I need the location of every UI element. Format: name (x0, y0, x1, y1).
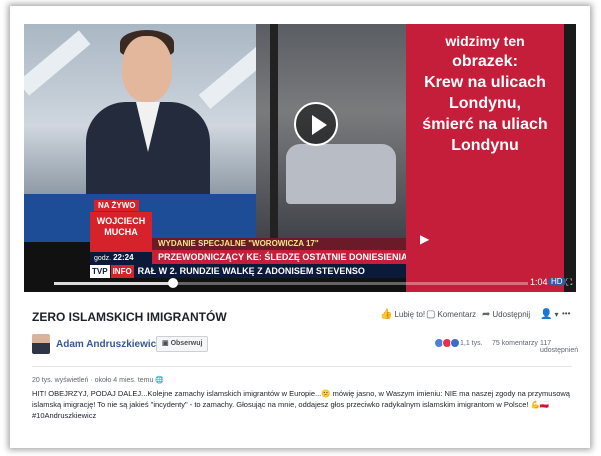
post-description: HIT! OBEJRZYJ, PODAJ DALEJ...Kolejne zam… (32, 389, 570, 420)
like-label: Lubię to! (394, 310, 426, 319)
info-logo: INFO (110, 265, 134, 278)
fullscreen-icon[interactable]: ⛶ (566, 277, 572, 288)
overlay-text: widzimy ten obrazek: Krew na ulicach Lon… (410, 32, 560, 156)
comment-label: Komentarz (437, 310, 477, 319)
thumbs-up-icon: 👍 (380, 309, 393, 320)
hd-badge[interactable]: HD (548, 277, 566, 286)
angry-reaction-icon (450, 338, 460, 348)
overlay-line: śmierć na uliach (422, 116, 548, 133)
overlay-line: Londynu, (449, 95, 521, 112)
time-value: 22:24 (113, 253, 134, 262)
follow-button[interactable]: ▣ Obserwuj (156, 336, 209, 352)
ticker-bottom: TVP INFO RAŁ W 2. RUNDZIE WALKĘ Z ADONISEM… (90, 264, 406, 278)
play-button[interactable] (294, 102, 338, 146)
overlay-line: Krew na ulicach (424, 74, 546, 91)
globe-icon: 🌐 (155, 377, 165, 384)
post-meta: 20 tys. wyświetleń · około 4 mies. temu … (32, 376, 164, 384)
broadcast-time: godz. 22:24 (90, 252, 152, 264)
reaction-icons[interactable] (434, 338, 460, 348)
follow-icon: ▣ (162, 340, 171, 347)
overlay-line: widzimy ten (445, 33, 525, 49)
share-button[interactable]: ➦ Udostępnij (482, 309, 530, 320)
comment-icon: ▢ (426, 309, 436, 320)
host-name-box: WOJCIECH MUCHA (90, 212, 152, 252)
ticker-bottom-text: RAŁ W 2. RUNDZIE WALKĘ Z ADONISEM STEVEN… (137, 266, 365, 276)
ticker-mid: PRZEWODNICZĄCY KE: ŚLEDZĘ OSTATNIE DONIE… (152, 250, 406, 264)
progress-fill (54, 282, 173, 285)
author-name[interactable]: Adam Andruszkiewicz (56, 339, 161, 350)
play-icon (312, 115, 327, 135)
time-elapsed: 1:04 (530, 277, 548, 287)
host-last-name: MUCHA (104, 227, 138, 237)
post-title: ZERO ISLAMSKICH IMIGRANTÓW (32, 310, 227, 324)
post-meta-text: 20 tys. wyświetleń · około 4 mies. temu (32, 377, 154, 384)
progress-handle[interactable] (167, 278, 178, 288)
author-avatar[interactable] (32, 334, 50, 354)
time-prefix: godz. (94, 255, 112, 262)
share-icon: ➦ (482, 309, 491, 320)
video-player[interactable]: widzimy ten obrazek: Krew na ulicach Lon… (24, 24, 576, 292)
presenter-head (122, 36, 172, 102)
ticker-top: WYDANIE SPECJALNE "WOROWICZA 17" (152, 238, 406, 250)
cursor-arrow-icon: ▶ (420, 232, 430, 246)
share-label: Udostępnij (492, 310, 531, 319)
comment-button[interactable]: ▢ Komentarz (426, 309, 476, 320)
divider (32, 366, 572, 367)
studio-shot (24, 24, 280, 194)
page-selector[interactable]: 👤 ▾ (540, 309, 558, 320)
live-badge: NA ŻYWO (94, 200, 140, 211)
tvp-logo: TVP (90, 265, 110, 278)
like-button[interactable]: 👍 Lubię to! (380, 309, 425, 320)
reaction-count[interactable]: 1,1 tys. (460, 340, 483, 347)
follow-label: Obserwuj (170, 340, 203, 347)
more-options-button[interactable]: ••• (562, 309, 570, 318)
ellipsis-icon: ••• (562, 309, 571, 318)
video-progress-bar[interactable] (54, 278, 528, 288)
comment-count[interactable]: 75 komentarzy (492, 340, 538, 347)
host-first-name: WOJCIECH (96, 216, 146, 226)
overlay-line: Londynu (451, 137, 519, 154)
page-avatar-icon: 👤 (540, 309, 553, 320)
screenshot-frame: widzimy ten obrazek: Krew na ulicach Lon… (10, 6, 590, 448)
share-count[interactable]: 117 udostępnień (540, 340, 590, 354)
chevron-down-icon: ▾ (554, 310, 559, 319)
overlay-line: obrazek: (452, 53, 518, 70)
